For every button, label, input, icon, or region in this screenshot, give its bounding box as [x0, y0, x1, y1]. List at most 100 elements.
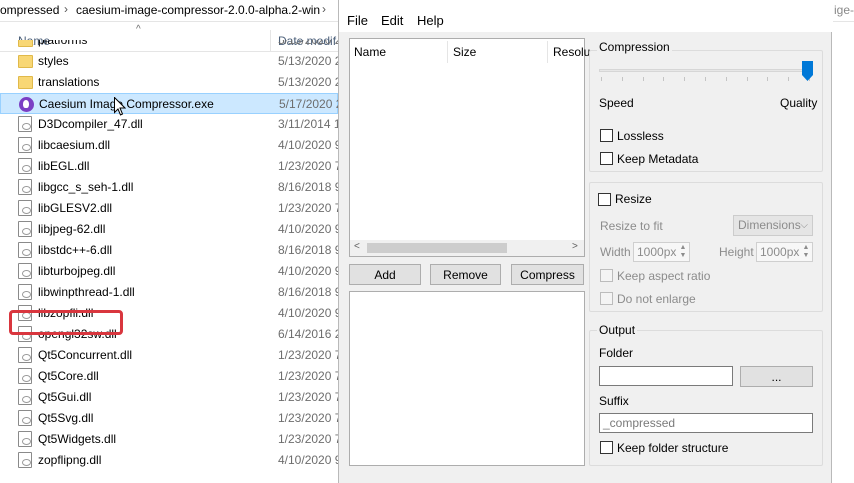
- slider-tick: [684, 77, 686, 81]
- menu-edit[interactable]: Edit: [381, 13, 403, 28]
- dll-file-icon: [18, 389, 32, 405]
- compression-slider-track[interactable]: [599, 69, 811, 72]
- do-not-enlarge-checkbox[interactable]: [600, 292, 613, 305]
- spinner-arrows-icon[interactable]: ▲ ▼: [801, 244, 811, 260]
- dll-file-icon: [18, 221, 32, 237]
- keep-folder-structure-label[interactable]: Keep folder structure: [617, 441, 728, 455]
- scroll-left-icon[interactable]: <: [354, 241, 360, 252]
- file-date: 1/23/2020 7: [278, 432, 338, 446]
- keep-metadata-label[interactable]: Keep Metadata: [617, 152, 698, 166]
- file-row[interactable]: D3Dcompiler_47.dll 3/11/2014 1: [0, 114, 338, 135]
- width-spinbox[interactable]: 1000px ▲ ▼: [633, 242, 690, 262]
- file-row[interactable]: libEGL.dll 1/23/2020 7: [0, 156, 338, 177]
- compress-button[interactable]: Compress: [511, 264, 584, 285]
- keep-folder-structure-checkbox[interactable]: [600, 441, 613, 454]
- file-date: 4/10/2020 9: [278, 138, 338, 152]
- keep-metadata-checkbox[interactable]: [600, 152, 613, 165]
- slider-tick: [767, 77, 769, 81]
- dll-file-icon: [18, 452, 32, 468]
- breadcrumb-chevron-icon: ›: [322, 2, 326, 16]
- table-header-size[interactable]: Size: [453, 45, 476, 59]
- slider-tick: [642, 77, 644, 81]
- search-box-partial[interactable]: ige-: [834, 3, 854, 17]
- height-spinbox[interactable]: 1000px ▲ ▼: [756, 242, 813, 262]
- file-date: 4/10/2020 9: [278, 222, 338, 236]
- file-name: Qt5Concurrent.dll: [38, 348, 133, 362]
- output-folder-input[interactable]: [599, 366, 733, 386]
- slider-tick: [725, 77, 727, 81]
- file-row[interactable]: Qt5Concurrent.dll 1/23/2020 7: [0, 345, 338, 366]
- file-date: 1/23/2020 7: [278, 390, 338, 404]
- table-header-divider[interactable]: [547, 41, 548, 63]
- file-row[interactable]: translations 5/13/2020 2: [0, 72, 338, 93]
- table-header-divider[interactable]: [447, 41, 448, 63]
- menu-bar: File Edit Help: [339, 6, 833, 32]
- file-row[interactable]: libjpeg-62.dll 4/10/2020 9: [0, 219, 338, 240]
- file-date: 5/17/2020 2: [279, 97, 338, 111]
- image-preview-area: [349, 291, 585, 466]
- file-name: Caesium Image Compressor.exe: [39, 97, 214, 111]
- image-list-table[interactable]: Name Size Resolu < >: [349, 38, 590, 257]
- dll-file-icon: [18, 368, 32, 384]
- horizontal-scrollbar[interactable]: < >: [350, 240, 584, 256]
- slider-tick: [746, 77, 748, 81]
- breadcrumb-chevron-icon: ›: [64, 2, 68, 16]
- add-button[interactable]: Add: [349, 264, 421, 285]
- output-title: Output: [597, 323, 638, 337]
- breadcrumb-item-current[interactable]: caesium-image-compressor-2.0.0-alpha.2-w…: [76, 3, 320, 17]
- highlight-annotation: [9, 310, 123, 335]
- slider-label-quality: Quality: [780, 96, 818, 110]
- file-name: Qt5Core.dll: [38, 369, 99, 383]
- chevron-down-icon: ⌵: [800, 220, 808, 231]
- file-date: 4/10/2020 9: [278, 453, 338, 467]
- file-date: 8/16/2018 9: [278, 180, 338, 194]
- file-row[interactable]: libwinpthread-1.dll 8/16/2018 9: [0, 282, 338, 303]
- file-row[interactable]: libgcc_s_seh-1.dll 8/16/2018 9: [0, 177, 338, 198]
- lossless-label[interactable]: Lossless: [617, 129, 664, 143]
- file-row[interactable]: Qt5Widgets.dll 1/23/2020 7: [0, 429, 338, 450]
- resize-to-fit-label: Resize to fit: [600, 219, 663, 233]
- table-header-resolution[interactable]: Resolu: [553, 45, 590, 59]
- menu-help[interactable]: Help: [417, 13, 444, 28]
- breadcrumb-item[interactable]: ompressed: [0, 3, 59, 17]
- table-header-name[interactable]: Name: [354, 45, 386, 59]
- remove-button[interactable]: Remove: [430, 264, 501, 285]
- slider-tick: [663, 77, 665, 81]
- dll-file-icon: [18, 347, 32, 363]
- keep-aspect-ratio-label: Keep aspect ratio: [617, 269, 711, 283]
- dll-file-icon: [18, 158, 32, 174]
- file-name: D3Dcompiler_47.dll: [38, 117, 143, 131]
- file-row[interactable]: libGLESV2.dll 1/23/2020 7: [0, 198, 338, 219]
- file-row[interactable]: zopflipng.dll 4/10/2020 9: [0, 450, 338, 471]
- slider-tick: [621, 77, 623, 81]
- file-date: 5/13/2020 2: [278, 54, 338, 68]
- resize-checkbox[interactable]: [598, 193, 611, 206]
- menu-file[interactable]: File: [347, 13, 368, 28]
- suffix-input[interactable]: _compressed: [599, 413, 813, 433]
- browse-folder-button[interactable]: ...: [740, 366, 813, 387]
- file-date: 3/11/2014 1: [278, 117, 338, 131]
- file-date: 5/13/2020 2: [278, 75, 338, 89]
- file-row[interactable]: Qt5Core.dll 1/23/2020 7: [0, 366, 338, 387]
- file-name: Qt5Widgets.dll: [38, 432, 117, 446]
- height-label: Height: [719, 245, 754, 259]
- file-row[interactable]: Caesium Image Compressor.exe 5/17/2020 2: [0, 93, 338, 114]
- keep-aspect-ratio-checkbox[interactable]: [600, 269, 613, 282]
- file-row[interactable]: platforms 5/13/2020 2: [0, 40, 338, 51]
- dll-file-icon: [18, 431, 32, 447]
- spinner-arrows-icon[interactable]: ▲ ▼: [678, 244, 688, 260]
- file-row[interactable]: libturbojpeg.dll 4/10/2020 9: [0, 261, 338, 282]
- resize-mode-dropdown[interactable]: Dimensions ⌵: [733, 215, 813, 236]
- file-row[interactable]: styles 5/13/2020 2: [0, 51, 338, 72]
- file-row[interactable]: Qt5Svg.dll 1/23/2020 7: [0, 408, 338, 429]
- file-row[interactable]: libcaesium.dll 4/10/2020 9: [0, 135, 338, 156]
- file-row[interactable]: libstdc++-6.dll 8/16/2018 9: [0, 240, 338, 261]
- scroll-right-icon[interactable]: >: [572, 241, 578, 252]
- lossless-checkbox[interactable]: [600, 129, 613, 142]
- resize-title[interactable]: Resize: [615, 192, 654, 206]
- dll-file-icon: [18, 263, 32, 279]
- folder-icon: [18, 76, 33, 89]
- scrollbar-thumb[interactable]: [367, 243, 507, 253]
- height-value: 1000px: [760, 245, 800, 259]
- file-row[interactable]: Qt5Gui.dll 1/23/2020 7: [0, 387, 338, 408]
